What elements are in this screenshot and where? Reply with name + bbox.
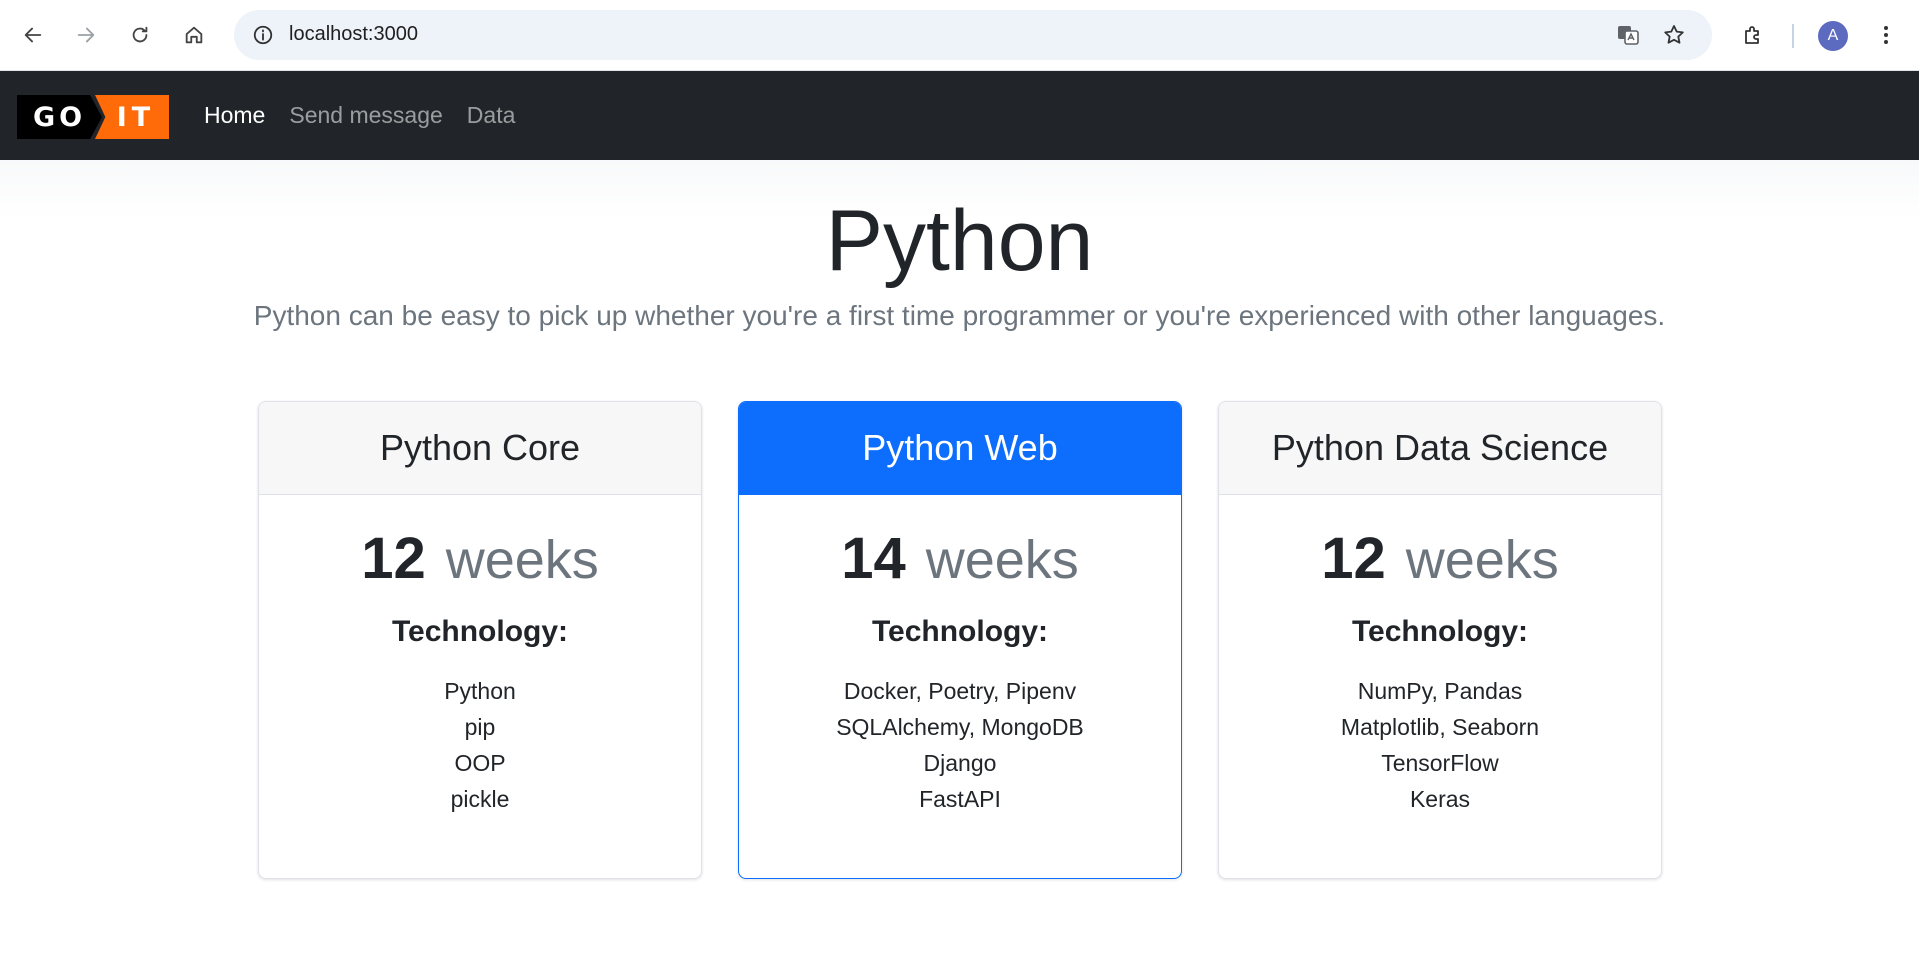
technology-item: SQLAlchemy, MongoDB	[836, 714, 1084, 740]
card-body: 12 weeks Technology: Python pip OOP pick…	[259, 495, 701, 817]
logo-it: IT	[95, 95, 169, 139]
technology-item: Python	[444, 678, 516, 704]
extensions-icon[interactable]	[1735, 17, 1771, 53]
page-title: Python	[825, 193, 1094, 289]
technology-item: Django	[923, 750, 997, 776]
profile-avatar[interactable]: A	[1818, 21, 1848, 51]
toolbar-divider	[1792, 24, 1794, 48]
url-text[interactable]: localhost:3000	[289, 23, 418, 46]
weeks-count: 12	[1321, 526, 1386, 591]
card-title: Python Web	[739, 402, 1181, 495]
back-icon[interactable]	[15, 17, 51, 53]
nav-data-link[interactable]: Data	[467, 102, 516, 129]
course-card-python-core: Python Core 12 weeks Technology: Python …	[258, 401, 702, 879]
nav-send-message-link[interactable]: Send message	[289, 102, 442, 129]
card-body: 12 weeks Technology: NumPy, Pandas Matpl…	[1219, 495, 1661, 817]
technology-item: OOP	[454, 750, 506, 776]
technology-list: Docker, Poetry, Pipenv SQLAlchemy, Mongo…	[739, 673, 1181, 817]
browser-toolbar: localhost:3000 A	[0, 0, 1919, 71]
technology-item: Matplotlib, Seaborn	[1340, 714, 1540, 740]
technology-heading: Technology:	[1351, 615, 1529, 648]
weeks-unit: weeks	[1405, 530, 1559, 590]
kebab-menu-icon[interactable]	[1868, 17, 1904, 53]
technology-item: Keras	[1409, 786, 1471, 812]
course-duration: 12 weeks	[259, 525, 701, 591]
technology-item: FastAPI	[919, 786, 1001, 812]
translate-icon[interactable]	[1614, 21, 1642, 49]
technology-item: TensorFlow	[1381, 750, 1499, 776]
technology-item: Docker, Poetry, Pipenv	[843, 678, 1077, 704]
site-info-icon[interactable]	[250, 22, 276, 48]
nav-home-link[interactable]: Home	[204, 102, 265, 129]
home-icon[interactable]	[176, 17, 212, 53]
reload-icon[interactable]	[122, 17, 158, 53]
course-duration: 14 weeks	[739, 525, 1181, 591]
weeks-count: 14	[841, 526, 906, 591]
weeks-unit: weeks	[445, 530, 599, 590]
page-subtitle: Python can be easy to pick up whether yo…	[253, 300, 1666, 331]
goit-logo[interactable]: GO IT	[17, 95, 169, 139]
weeks-count: 12	[361, 526, 426, 591]
technology-item: pip	[464, 714, 496, 740]
card-title: Python Data Science	[1219, 402, 1661, 495]
course-duration: 12 weeks	[1219, 525, 1661, 591]
technology-heading: Technology:	[391, 615, 569, 648]
technology-list: NumPy, Pandas Matplotlib, Seaborn Tensor…	[1219, 673, 1661, 817]
technology-list: Python pip OOP pickle	[259, 673, 701, 817]
course-card-python-data-science: Python Data Science 12 weeks Technology:…	[1218, 401, 1662, 879]
nav-links: Home Send message Data	[204, 71, 515, 160]
card-title: Python Core	[259, 402, 701, 495]
logo-go: GO	[17, 95, 102, 139]
hero-section: Python Python can be easy to pick up whe…	[0, 160, 1919, 370]
site-navbar: GO IT Home Send message Data	[0, 71, 1919, 160]
weeks-unit: weeks	[925, 530, 1079, 590]
address-bar[interactable]: localhost:3000	[234, 10, 1712, 60]
star-bookmark-icon[interactable]	[1660, 21, 1688, 49]
technology-heading: Technology:	[871, 615, 1049, 648]
card-body: 14 weeks Technology: Docker, Poetry, Pip…	[739, 495, 1181, 817]
technology-item: NumPy, Pandas	[1357, 678, 1523, 704]
technology-item: pickle	[450, 786, 510, 812]
course-card-python-web: Python Web 14 weeks Technology: Docker, …	[738, 401, 1182, 879]
forward-icon[interactable]	[68, 17, 104, 53]
